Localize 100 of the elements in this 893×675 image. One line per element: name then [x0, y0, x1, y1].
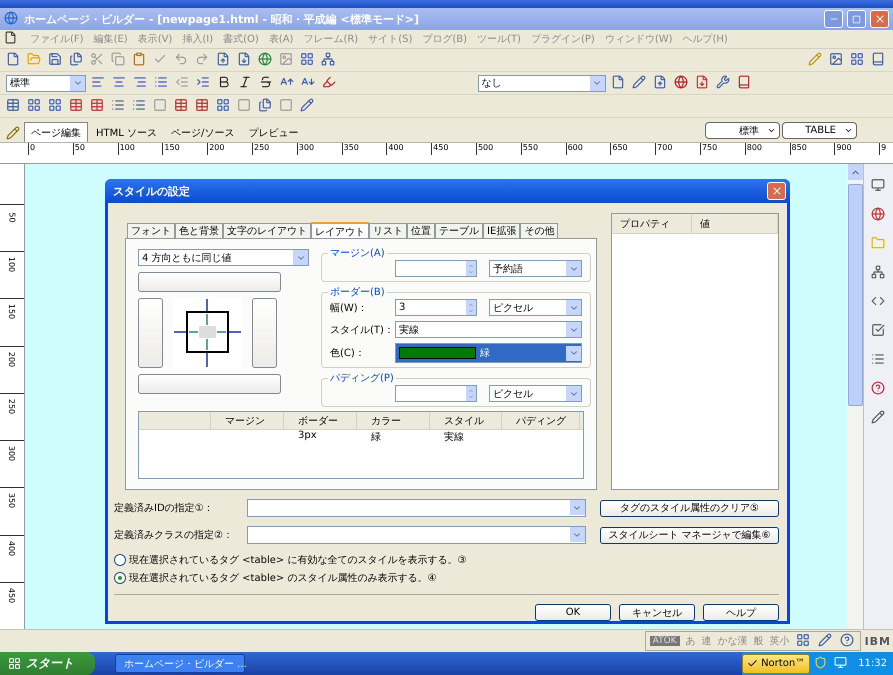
field-label: 定義済みクラスの指定②：: [114, 528, 234, 542]
dialog-tab[interactable]: IE拡張: [483, 223, 520, 238]
view-tab[interactable]: ページ/ソース: [165, 124, 240, 142]
dialog-tab[interactable]: フォント: [127, 223, 175, 238]
close-icon: [874, 13, 886, 25]
radio-label: 現在選択されているタグ <table> のスタイル属性のみ表示する。④: [129, 572, 436, 585]
view-tab[interactable]: HTML ソース: [90, 124, 164, 142]
view-tab[interactable]: プレビュー: [242, 124, 304, 142]
width-input[interactable]: 3: [395, 299, 477, 316]
vertical-scrollbar[interactable]: [847, 164, 863, 629]
dialog-tab[interactable]: リスト: [369, 223, 407, 238]
ruler-label: 250: [8, 398, 16, 414]
keypad-icon[interactable]: [796, 633, 812, 649]
pencil-icon[interactable]: [818, 633, 834, 649]
ruler-label: 500: [476, 143, 521, 155]
ruler-label: 650: [610, 143, 656, 155]
save-icon[interactable]: [48, 52, 64, 68]
select-field[interactable]: [247, 526, 586, 544]
table-icon[interactable]: [6, 98, 22, 114]
book-icon[interactable]: [736, 75, 752, 91]
pencil-icon[interactable]: [6, 126, 22, 142]
caret-icon: [468, 268, 474, 274]
margin-input[interactable]: [395, 260, 477, 277]
ruler-label: 200: [207, 143, 252, 155]
style-select[interactable]: 実線: [395, 321, 582, 338]
mode-dropdown[interactable]: 標準: [705, 122, 780, 139]
close-button[interactable]: [767, 182, 786, 200]
dialog-button[interactable]: OK: [535, 604, 611, 621]
action-button[interactable]: タグのスタイル属性のクリア⑤: [600, 500, 779, 516]
group-label: マージン(A): [328, 246, 387, 260]
ruler-label: 750: [700, 143, 745, 155]
image-icon[interactable]: [829, 52, 845, 68]
paragraph-style-select[interactable]: 標準: [6, 74, 86, 92]
padding-input[interactable]: [395, 385, 477, 402]
cell-copy-icon[interactable]: [258, 98, 274, 114]
column-header[interactable]: パディング: [502, 412, 580, 429]
unit-select[interactable]: ピクセル: [489, 299, 582, 316]
unit-select[interactable]: ピクセル: [489, 385, 582, 402]
select-field[interactable]: [247, 499, 586, 517]
mode-dropdown[interactable]: TABLE: [782, 122, 857, 139]
view-tab[interactable]: ページ編集: [24, 122, 88, 142]
dialog-tab[interactable]: テーブル: [435, 223, 483, 238]
ruler-label: 300: [296, 143, 342, 155]
table-edit-icon[interactable]: [300, 98, 316, 114]
radio-button[interactable]: [114, 572, 126, 584]
color-select[interactable]: 緑: [395, 343, 582, 363]
field-label: 色(C)：: [330, 347, 366, 360]
dialog-tab[interactable]: レイアウト: [311, 222, 369, 239]
left-side-button[interactable]: [138, 298, 163, 368]
scroll-up-icon[interactable]: [848, 164, 862, 180]
edit-icon[interactable]: [632, 75, 648, 91]
top-side-button[interactable]: [138, 272, 281, 292]
scroll-thumb[interactable]: [848, 184, 862, 406]
column-header[interactable]: プロパティ: [612, 214, 692, 233]
dialog-button[interactable]: キャンセル: [619, 604, 695, 621]
sitemap-icon[interactable]: [321, 52, 337, 68]
restore-icon: [852, 14, 861, 24]
font-style-select[interactable]: なし: [478, 74, 606, 92]
dialog-tab[interactable]: その他: [520, 223, 558, 238]
globe-icon[interactable]: [258, 52, 274, 68]
help-icon[interactable]: [840, 633, 856, 649]
restore-button[interactable]: [847, 10, 866, 28]
radio-button[interactable]: [114, 554, 126, 566]
norton-button[interactable]: Norton™: [742, 654, 810, 674]
globe-icon[interactable]: [871, 207, 886, 222]
cell-icon[interactable]: [153, 98, 169, 114]
column-header[interactable]: スタイル: [430, 412, 502, 429]
action-button[interactable]: スタイルシート マネージャで編集⑥: [600, 526, 779, 544]
box-model-drawing: [173, 298, 242, 368]
checkbox-icon[interactable]: [871, 323, 886, 338]
monitor-icon[interactable]: [871, 178, 886, 193]
edit-icon[interactable]: [871, 410, 886, 425]
radio-label: 現在選択されているタグ <table> に有効な全てのスタイルを表示する。③: [129, 554, 466, 567]
dialog-button[interactable]: ヘルプ: [703, 604, 779, 621]
dialog-tab[interactable]: 色と背景: [175, 223, 223, 238]
up-caret-icon: [468, 388, 474, 394]
unit-select[interactable]: 予約語: [489, 260, 582, 277]
column-header[interactable]: マージン: [211, 412, 284, 429]
color-grid-icon[interactable]: [850, 52, 866, 68]
start-button[interactable]: スタート: [0, 652, 95, 675]
close-button[interactable]: [870, 10, 889, 28]
column-header[interactable]: 値: [692, 214, 778, 233]
sides-select[interactable]: 4 方向ともに同じ値: [138, 249, 309, 266]
minimize-button[interactable]: [824, 10, 843, 28]
page-icon[interactable]: [610, 75, 626, 91]
ruler-label: 400: [386, 143, 432, 155]
help-icon[interactable]: [871, 381, 886, 396]
column-header[interactable]: カラー: [357, 412, 430, 429]
bottom-side-button[interactable]: [138, 374, 281, 394]
field-label: 定義済みIDの指定①：: [114, 502, 215, 515]
taskbar-button[interactable]: ホームページ・ビルダー ...: [115, 654, 245, 673]
dialog-tab[interactable]: 文字のレイアウト: [223, 223, 311, 238]
right-side-button[interactable]: [252, 298, 277, 368]
sitemap-icon[interactable]: [871, 265, 886, 280]
table-cell-text: 緑: [370, 431, 382, 444]
grid-icon[interactable]: [300, 52, 316, 68]
tools-icon[interactable]: [716, 75, 732, 91]
column-header[interactable]: ボーダー: [284, 412, 357, 429]
dialog-tab[interactable]: 位置: [407, 223, 435, 238]
ruler-label: 550: [520, 143, 566, 155]
